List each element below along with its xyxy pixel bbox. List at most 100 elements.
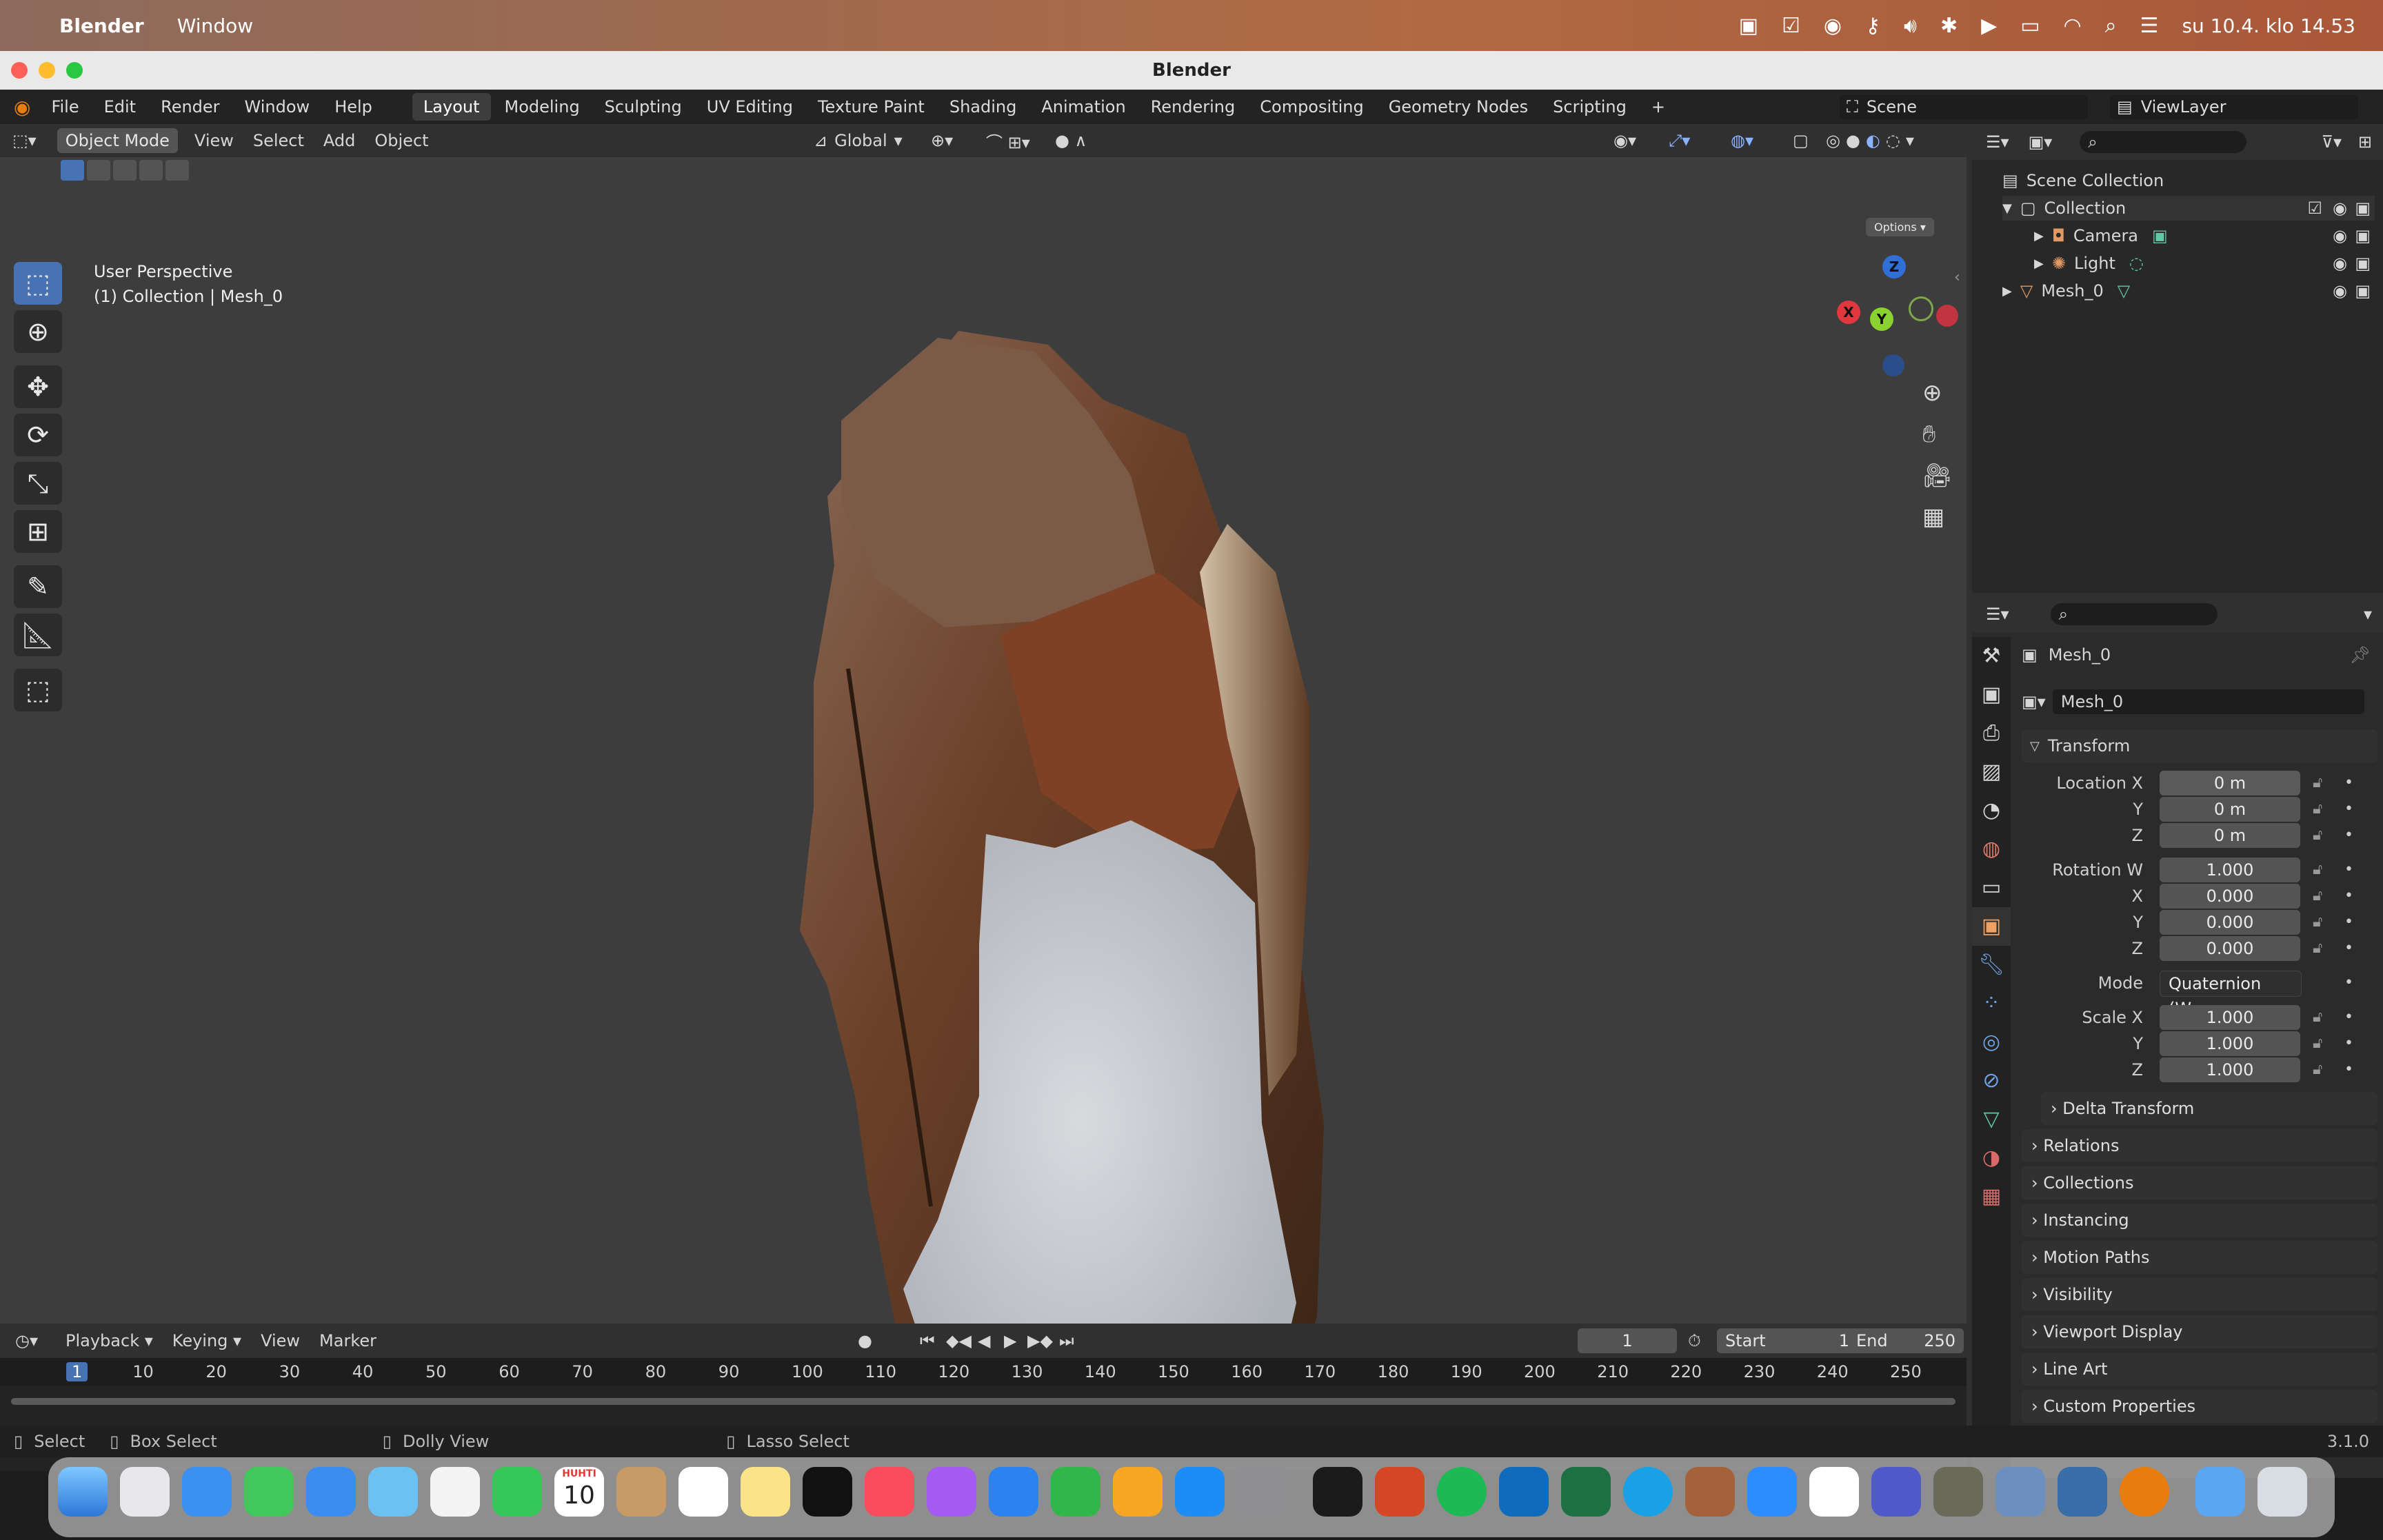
outliner-row-scene-collection[interactable]: ▤ Scene Collection xyxy=(2002,168,2164,193)
scene-selector[interactable]: ⛶ Scene xyxy=(1840,94,2088,119)
collection-render-icon[interactable]: ▣ xyxy=(2355,199,2371,218)
snap-icon[interactable]: ⌒ ⊞▾ xyxy=(986,129,1030,153)
pan-hand-icon[interactable]: ✋︎ xyxy=(1922,421,1935,448)
rotation-z-field[interactable]: 0.000 xyxy=(2160,936,2300,961)
excel-icon[interactable] xyxy=(1561,1467,1611,1517)
mesh-render-icon[interactable]: ▣ xyxy=(2355,281,2371,301)
viewport-menu-add[interactable]: Add xyxy=(323,131,355,150)
downloads-folder-icon[interactable] xyxy=(2195,1467,2245,1517)
expand-arrow-icon[interactable]: ▶ xyxy=(2034,256,2044,271)
camera-eye-icon[interactable]: ◉ xyxy=(2333,226,2347,245)
keyframe-dot-icon[interactable]: • xyxy=(2344,823,2353,848)
expand-arrow-icon[interactable]: ▶ xyxy=(2034,229,2044,243)
light-data-icon[interactable]: ◌ xyxy=(2129,254,2144,273)
tab-geometry-nodes[interactable]: Geometry Nodes xyxy=(1378,93,1539,121)
rotation-x-field[interactable]: 0.000 xyxy=(2160,884,2300,909)
play-icon[interactable]: ▶ xyxy=(1004,1331,1016,1350)
relations-panel[interactable]: › Relations xyxy=(2022,1129,2377,1162)
delta-transform-panel[interactable]: › Delta Transform xyxy=(2041,1092,2377,1125)
transform-tool[interactable]: ⊞ xyxy=(14,510,62,553)
terminal-icon[interactable] xyxy=(1313,1467,1363,1517)
control-center-icon[interactable]: ☰ xyxy=(2140,14,2159,38)
camera-view-icon[interactable]: 🎥︎ xyxy=(1922,462,1952,489)
volume-icon[interactable]: 🔊︎ xyxy=(1904,14,1917,38)
lock-icon[interactable]: 🔓︎ xyxy=(2313,771,2322,796)
proportional-edit-icon[interactable]: ● ∧ xyxy=(1055,131,1087,150)
tab-modeling[interactable]: Modeling xyxy=(494,93,591,121)
properties-search-input[interactable]: ⌕ xyxy=(2050,603,2218,625)
gizmo-z-axis[interactable]: Z xyxy=(1882,255,1906,278)
object-name-field[interactable]: Mesh_0 xyxy=(2052,689,2364,714)
current-frame-marker[interactable]: 1 xyxy=(66,1362,88,1381)
menu-bar-clock[interactable]: su 10.4. klo 14.53 xyxy=(2182,14,2355,37)
instancing-panel[interactable]: › Instancing xyxy=(2022,1204,2377,1237)
scale-z-field[interactable]: 1.000 xyxy=(2160,1057,2300,1082)
maps-icon[interactable] xyxy=(368,1467,418,1517)
editor-type-icon[interactable]: ⬚▾ xyxy=(12,131,37,150)
battery-icon[interactable]: ▭ xyxy=(2020,14,2040,38)
expand-arrow-icon[interactable]: ▶ xyxy=(2002,284,2012,298)
jump-keyframe-back-icon[interactable]: ◆◀ xyxy=(946,1331,972,1350)
pivot-point-icon[interactable]: ⊕▾ xyxy=(931,131,953,150)
menu-edit[interactable]: Edit xyxy=(104,97,136,116)
transform-orientation-dropdown[interactable]: ⊿ Global ▾ xyxy=(814,131,903,150)
rotation-y-field[interactable]: 0.000 xyxy=(2160,910,2300,935)
outliner-display-mode-icon[interactable]: ▣▾ xyxy=(2029,132,2053,152)
contacts-icon[interactable] xyxy=(616,1467,666,1517)
collection-checkbox[interactable]: ☑ xyxy=(2307,199,2322,218)
outlook-icon[interactable] xyxy=(1499,1467,1549,1517)
viewport-menu-object[interactable]: Object xyxy=(374,131,428,150)
tab-animation[interactable]: Animation xyxy=(1030,93,1136,121)
tab-compositing[interactable]: Compositing xyxy=(1249,93,1374,121)
scale-y-field[interactable]: 1.000 xyxy=(2160,1031,2300,1056)
keyframe-dot-icon[interactable]: • xyxy=(2344,771,2353,796)
mail-icon[interactable] xyxy=(306,1467,356,1517)
add-cube-tool[interactable]: ⬚ xyxy=(14,669,62,711)
move-tool[interactable]: ✥ xyxy=(14,365,62,408)
light-eye-icon[interactable]: ◉ xyxy=(2333,254,2347,273)
visibility-icon[interactable]: ◉▾ xyxy=(1613,131,1636,150)
lock-icon[interactable]: 🔓︎ xyxy=(2313,858,2322,882)
lock-icon[interactable]: 🔓︎ xyxy=(2313,910,2322,935)
jump-keyframe-forward-icon[interactable]: ▶◆ xyxy=(1027,1331,1053,1350)
location-y-field[interactable]: 0 m xyxy=(2160,797,2300,822)
pin-icon[interactable]: 📌︎ xyxy=(2350,645,2371,665)
gizmo-neg-y[interactable] xyxy=(1909,296,1933,321)
powerpoint-icon[interactable] xyxy=(1375,1467,1425,1517)
music-icon[interactable] xyxy=(865,1467,914,1517)
reminders-icon[interactable] xyxy=(678,1467,728,1517)
select-new-icon[interactable] xyxy=(61,160,84,181)
select-box-tool[interactable]: ⬚ xyxy=(14,262,62,305)
app-menu[interactable]: Blender xyxy=(59,14,144,37)
gizmo-toggle-icon[interactable]: ⤢▾ xyxy=(1669,131,1690,150)
calendar-icon[interactable]: HUHTI 10 xyxy=(554,1467,604,1517)
end-frame-field[interactable]: End 250 xyxy=(1848,1328,1964,1353)
skype-icon[interactable] xyxy=(1623,1467,1673,1517)
mesh-data-icon[interactable]: ▽ xyxy=(2118,281,2130,301)
timeline-menu-keying[interactable]: Keying ▾ xyxy=(172,1331,241,1350)
custom-properties-panel[interactable]: › Custom Properties xyxy=(2022,1390,2377,1423)
timeline-scrollbar[interactable] xyxy=(11,1398,1955,1405)
timeline-menu-marker[interactable]: Marker xyxy=(319,1331,376,1350)
transform-panel-header[interactable]: ▽ Transform xyxy=(2022,729,2377,762)
keyframe-dot-icon[interactable]: • xyxy=(2344,858,2353,882)
slack-icon[interactable] xyxy=(1809,1467,1859,1517)
tool-tab-icon[interactable]: ⚒ xyxy=(1972,637,2011,676)
camera-render-icon[interactable]: ▣ xyxy=(2355,226,2371,245)
shading-options-icon[interactable]: ▾ xyxy=(1906,131,1914,150)
viewport-display-panel[interactable]: › Viewport Display xyxy=(2022,1315,2377,1348)
play-reverse-icon[interactable]: ◀ xyxy=(978,1331,990,1350)
record-keyframe-button[interactable]: ● xyxy=(858,1331,872,1350)
material-shading-icon[interactable]: ◐ xyxy=(1866,131,1880,150)
keyframe-dot-icon[interactable]: • xyxy=(2344,884,2353,909)
globe-status-icon[interactable]: ◉ xyxy=(1824,14,1842,38)
finder-icon[interactable] xyxy=(58,1467,108,1517)
new-collection-icon[interactable]: ⊞ xyxy=(2358,132,2372,152)
teams-icon[interactable] xyxy=(1871,1467,1921,1517)
tab-layout[interactable]: Layout xyxy=(412,93,491,121)
lock-icon[interactable]: 🔓︎ xyxy=(2313,1057,2322,1082)
texture-tab-icon[interactable]: ▦ xyxy=(1972,1177,2011,1216)
light-render-icon[interactable]: ▣ xyxy=(2355,254,2371,273)
select-subtract-icon[interactable] xyxy=(113,160,137,181)
output-tab-icon[interactable]: ⎙ xyxy=(1972,714,2011,753)
